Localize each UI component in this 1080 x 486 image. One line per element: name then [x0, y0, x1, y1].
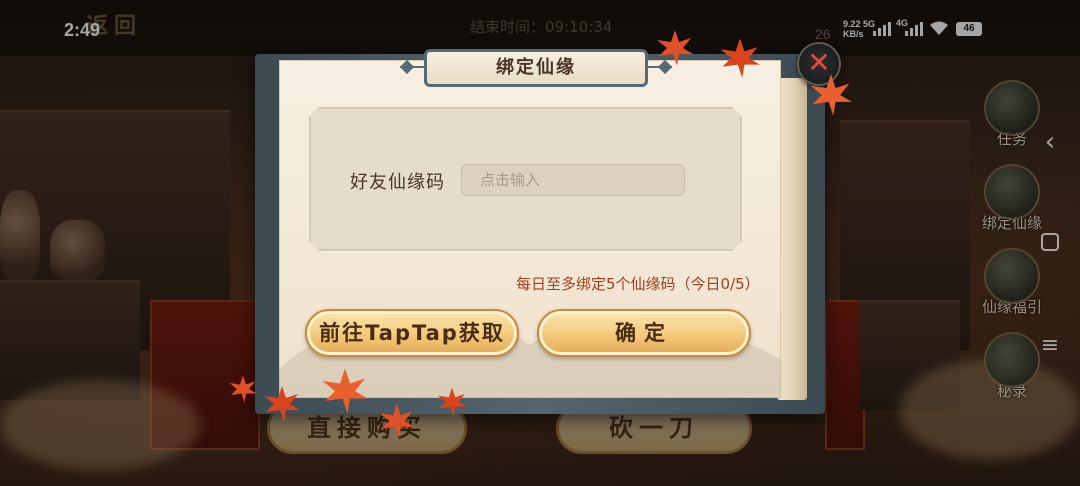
maple-leaf-icon: [264, 386, 300, 422]
maple-leaf-icon: [379, 403, 415, 439]
maple-leaf-icon: [322, 368, 368, 414]
friend-code-input[interactable]: [461, 164, 685, 196]
maple-leaf-icon: [437, 387, 467, 417]
friend-code-label: 好友仙缘码: [350, 172, 445, 193]
maple-leaf-icon: [810, 74, 852, 116]
maple-leaf-icon: [229, 375, 257, 403]
confirm-button[interactable]: 确定: [537, 309, 751, 357]
scroll-roll-decoration: [777, 78, 807, 400]
dialog-title: 绑定仙缘: [424, 49, 648, 87]
daily-limit-text: 每日至多绑定5个仙缘码（今日0/5）: [516, 275, 760, 293]
maple-leaf-icon: [720, 38, 760, 78]
maple-leaf-icon: [657, 30, 693, 66]
taptap-button[interactable]: 前往TapTap获取: [305, 309, 519, 357]
